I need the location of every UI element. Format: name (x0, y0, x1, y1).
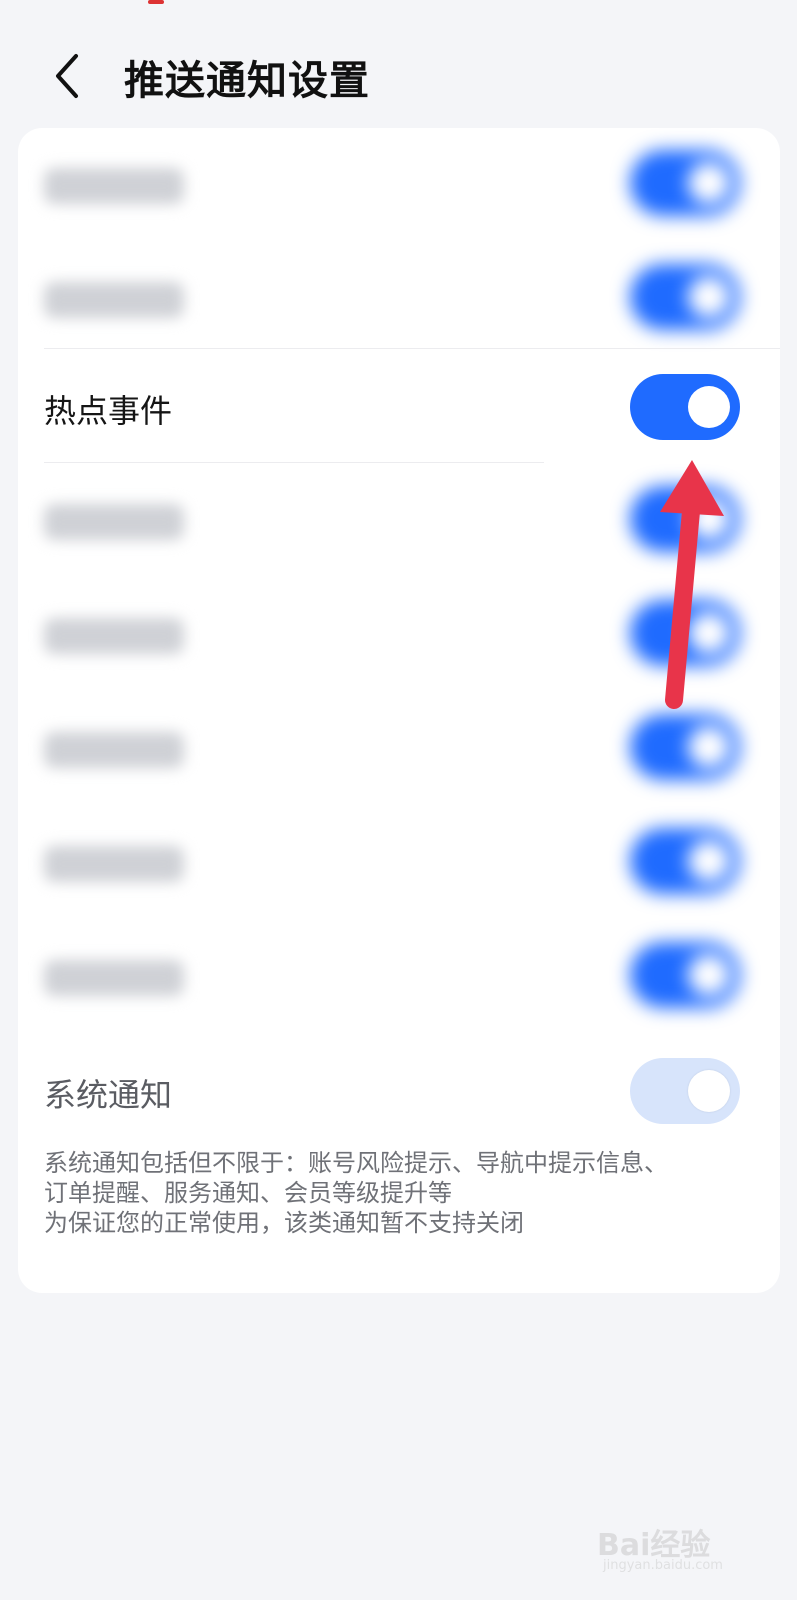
description-line: 为保证您的正常使用，该类通知暂不支持关闭 (44, 1209, 524, 1237)
toggle-knob (688, 386, 730, 428)
hot-events-toggle[interactable] (630, 374, 740, 440)
back-button[interactable] (48, 52, 88, 100)
setting-toggle[interactable] (630, 264, 740, 330)
watermark: Bai经验 jingyan.baidu.com (597, 1520, 757, 1580)
toggle-knob (688, 1070, 730, 1112)
setting-row-hot-events[interactable]: 热点事件 (18, 352, 780, 466)
divider (44, 348, 780, 349)
setting-toggle[interactable] (630, 714, 740, 780)
setting-toggle[interactable] (630, 942, 740, 1008)
status-bar (0, 0, 797, 14)
blurred-label (44, 168, 184, 204)
blurred-label (44, 282, 184, 318)
toggle-knob (688, 276, 730, 318)
chevron-left-icon (56, 54, 78, 98)
header: 推送通知设置 (0, 40, 797, 120)
description-line: 系统通知包括但不限于：账号风险提示、导航中提示信息、 (44, 1149, 668, 1177)
annotation-arrow-icon (660, 460, 724, 709)
divider (44, 462, 544, 463)
notification-dot (148, 0, 164, 4)
setting-toggle[interactable] (630, 828, 740, 894)
blurred-label (44, 504, 184, 540)
description-line: 订单提醒、服务通知、会员等级提升等 (44, 1179, 452, 1207)
page-title: 推送通知设置 (124, 58, 370, 104)
setting-row[interactable] (18, 806, 780, 920)
blurred-label (44, 618, 184, 654)
blurred-label (44, 960, 184, 996)
toggle-knob (688, 840, 730, 882)
toggle-knob (688, 726, 730, 768)
blurred-label (44, 846, 184, 882)
setting-row[interactable] (18, 242, 780, 356)
setting-label: 热点事件 (44, 392, 173, 430)
toggle-knob (688, 954, 730, 996)
system-label: 系统通知 (44, 1076, 173, 1114)
blurred-label (44, 732, 184, 768)
setting-row-system: 系统通知 (18, 1036, 780, 1150)
settings-card: 热点事件 系统通知 系统通知包括但不限于：账号风险提示、导航中提示信息、 订单提… (18, 128, 780, 1293)
system-description: 系统通知包括但不限于：账号风险提示、导航中提示信息、 订单提醒、服务通知、会员等… (44, 1148, 764, 1238)
setting-row[interactable] (18, 920, 780, 1034)
watermark-url: jingyan.baidu.com (603, 1558, 723, 1573)
setting-row[interactable] (18, 128, 780, 242)
system-toggle (630, 1058, 740, 1124)
toggle-knob (688, 162, 730, 204)
setting-toggle[interactable] (630, 150, 740, 216)
